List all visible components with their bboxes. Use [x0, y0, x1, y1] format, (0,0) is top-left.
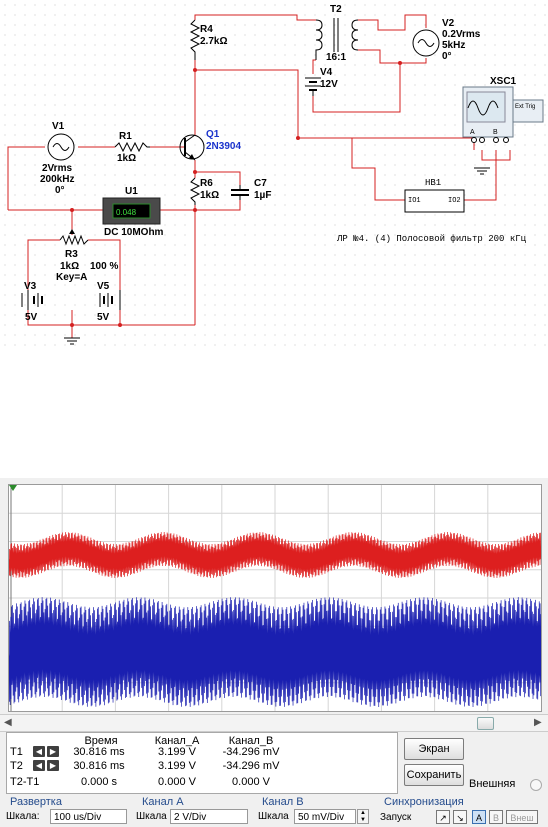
readout-time: 30.816 ms — [73, 760, 125, 772]
channel-b-spinner[interactable]: ▲ ▼ — [357, 809, 369, 824]
r3-name: R3 — [65, 249, 78, 260]
v5-value: 5V — [97, 312, 110, 323]
readout-row-t1: T1 ◀ ▶ 30.816 ms 3.199 V -34.296 mV — [7, 746, 387, 758]
readout-time: 0.000 s — [80, 776, 118, 788]
c7-value: 1µF — [254, 190, 272, 201]
channel-b-scale-field[interactable]: 50 mV/Div — [294, 809, 356, 824]
r1-resistor — [114, 141, 150, 153]
v1-name: V1 — [52, 121, 65, 132]
readout-time: 30.816 ms — [73, 746, 125, 758]
oscilloscope-window: ◀ ▶ Время Канал_A Канал_B T1 ◀ ▶ 30.816 … — [0, 478, 548, 827]
v2-line2: 5kHz — [442, 40, 466, 51]
trigger-source-ext[interactable]: Внеш — [506, 810, 538, 824]
t1-left-arrow-icon[interactable]: ◀ — [33, 746, 45, 757]
oscilloscope-traces — [9, 485, 541, 711]
schematic-caption: ЛР №4. (4) Полосовой фильтр 200 кГц — [337, 234, 527, 244]
oscilloscope-screen[interactable] — [8, 484, 542, 712]
xsc1-b: B — [493, 129, 498, 136]
u1-mode: DC 10MOhm — [104, 227, 164, 238]
scroll-left-icon[interactable]: ◀ — [4, 717, 12, 728]
v3-name: V3 — [24, 281, 37, 292]
v5-name: V5 — [97, 281, 110, 292]
v1-line1: 2Vrms — [42, 163, 73, 174]
sync-trigger-label: Запуск — [380, 812, 412, 823]
timebase-scale-field[interactable]: 100 us/Div — [50, 809, 127, 824]
hb1-name: HB1 — [425, 178, 442, 188]
trigger-source-b[interactable]: B — [489, 810, 503, 824]
t2-name: T2 — [330, 4, 342, 15]
readout-channel-a: 3.199 V — [158, 746, 196, 758]
readout-channel-a: 0.000 V — [158, 776, 196, 788]
q1-name: Q1 — [206, 129, 220, 140]
v4-name: V4 — [320, 67, 333, 78]
xsc1-name: XSC1 — [490, 76, 517, 87]
readout-channel-a: 3.199 V — [158, 760, 196, 772]
v3-value: 5V — [25, 312, 38, 323]
channel-a-title: Канал A — [142, 796, 184, 808]
external-radio[interactable] — [530, 779, 542, 791]
trigger-rising-edge-icon[interactable]: ↗ — [436, 810, 450, 824]
timebase-scale-label: Шкала: — [6, 811, 40, 822]
c7-name: C7 — [254, 178, 267, 189]
channel-b-scale-label: Шкала — [258, 811, 289, 822]
t2-ratio: 16:1 — [326, 52, 347, 63]
channel-a-scale-field[interactable]: 2 V/Div — [170, 809, 248, 824]
circuit-schematic: R4 2.7kΩ T2 16:1 V2 0.2Vrms 5kHz 0° V4 1… — [0, 0, 548, 350]
external-label: Внешняя — [469, 778, 516, 790]
v2-line3: 0° — [442, 51, 452, 62]
schematic-wires — [7, 14, 544, 345]
r3-percent: 100 % — [90, 261, 119, 272]
r4-value: 2.7kΩ — [200, 36, 228, 47]
timebase-title: Развертка — [10, 796, 62, 808]
r6-name: R6 — [200, 178, 213, 189]
readout-channel-b: -34.296 mV — [222, 746, 280, 758]
hb1-pin1: IO1 — [408, 197, 421, 205]
scroll-thumb[interactable] — [477, 717, 494, 730]
screen-button[interactable]: Экран — [404, 738, 464, 760]
readout-channel-b: 0.000 V — [232, 776, 270, 788]
readout-row-label: T1 — [10, 746, 23, 758]
trigger-source-a[interactable]: A — [472, 810, 486, 824]
readout-row-label: T2 — [10, 760, 23, 772]
readout-row-label: T2-T1 — [10, 776, 40, 788]
r3-value: 1kΩ — [60, 261, 80, 272]
channel-a-scale-label: Шкала — [136, 811, 167, 822]
u1-display: 0.048 — [116, 208, 137, 217]
u1-name: U1 — [125, 186, 138, 197]
v1-line3: 0° — [55, 185, 65, 196]
r3-key: Key=A — [56, 272, 88, 283]
horizontal-scrollbar[interactable]: ◀ ▶ — [0, 714, 548, 732]
readout-row-t2: T2 ◀ ▶ 30.816 ms 3.199 V -34.296 mV — [7, 760, 387, 772]
v2-name: V2 — [442, 18, 455, 29]
xsc1-a: A — [470, 129, 475, 136]
v2-line1: 0.2Vrms — [442, 29, 481, 40]
r6-resistor — [189, 177, 201, 205]
r1-name: R1 — [119, 131, 132, 142]
xsc1-ext-trig: Ext Trig — [515, 104, 536, 110]
t2-right-arrow-icon[interactable]: ▶ — [47, 760, 59, 771]
channel-b-title: Канал B — [262, 796, 304, 808]
t1-right-arrow-icon[interactable]: ▶ — [47, 746, 59, 757]
r4-name: R4 — [200, 24, 213, 35]
readout-row-delta: T2-T1 0.000 s 0.000 V 0.000 V — [7, 776, 387, 788]
r1-value: 1kΩ — [117, 153, 137, 164]
hb1-pin2: IO2 — [448, 197, 461, 205]
cursor-readout-table: Время Канал_A Канал_B T1 ◀ ▶ 30.816 ms 3… — [6, 732, 398, 794]
t2-left-arrow-icon[interactable]: ◀ — [33, 760, 45, 771]
q1-model: 2N3904 — [206, 141, 242, 152]
v1-line2: 200kHz — [40, 174, 75, 185]
trigger-falling-edge-icon[interactable]: ↘ — [453, 810, 467, 824]
readout-channel-b: -34.296 mV — [222, 760, 280, 772]
save-button[interactable]: Сохранить — [404, 764, 464, 786]
v4-value: 12V — [320, 79, 338, 90]
sync-title: Синхронизация — [384, 796, 464, 808]
r4-resistor — [189, 19, 201, 60]
r6-value: 1kΩ — [200, 190, 220, 201]
scroll-right-icon[interactable]: ▶ — [534, 717, 542, 728]
